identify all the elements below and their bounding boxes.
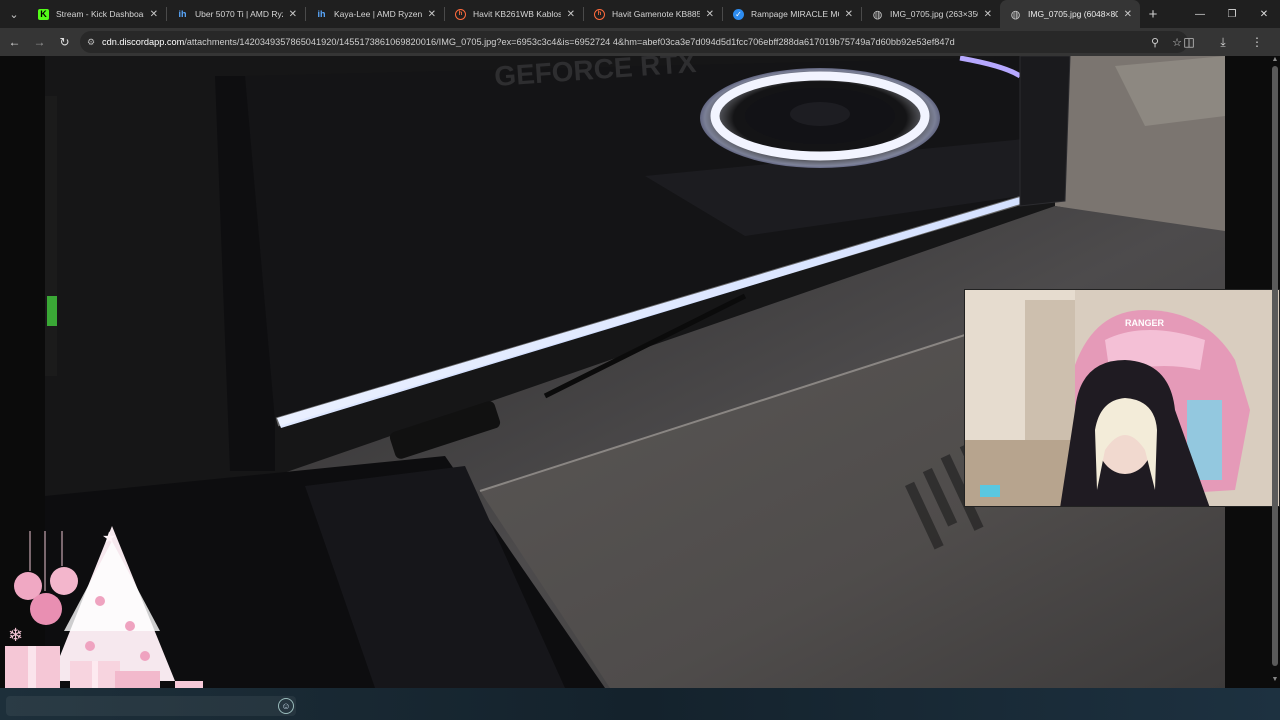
kick-icon: K [38, 8, 49, 20]
tab-strip: ⌄ K Stream - Kick Dashboard ✕ ih Uber 50… [0, 0, 1280, 28]
close-tab-icon[interactable]: ✕ [845, 9, 853, 20]
emoji-icon[interactable]: ☺ [278, 698, 294, 714]
forward-button[interactable]: → [27, 28, 52, 56]
tab-kaya-lee[interactable]: ih Kaya-Lee | AMD Ryzen 5 ✕ [306, 0, 444, 28]
close-tab-icon[interactable]: ✕ [150, 9, 158, 20]
close-tab-icon[interactable]: ✕ [984, 9, 992, 20]
extensions-icon[interactable]: ◫ [1172, 35, 1206, 49]
toolbar-right: ◫ ⤓ ⋮ [1172, 28, 1274, 56]
download-icon[interactable]: ⤓ [1206, 35, 1240, 50]
tab-title: IMG_0705.jpg (6048×806 [1028, 9, 1118, 19]
orange-shop-icon: h [594, 8, 605, 20]
tab-kick-dashboard[interactable]: K Stream - Kick Dashboard ✕ [28, 0, 166, 28]
new-tab-button[interactable]: + [1140, 6, 1166, 23]
tab-img-small[interactable]: ◍ IMG_0705.jpg (263×350) ✕ [862, 0, 1000, 28]
reload-button[interactable]: ↻ [52, 28, 77, 56]
globe-icon: ◍ [872, 8, 883, 21]
site-info-icon[interactable]: ⚙ [80, 37, 102, 48]
chat-input[interactable]: ☺ [6, 696, 296, 716]
window-controls: — ❐ ✕ [1184, 0, 1280, 28]
tab-title: IMG_0705.jpg (263×350) [890, 9, 978, 19]
tab-img-large[interactable]: ◍ IMG_0705.jpg (6048×806 ✕ [1000, 0, 1140, 28]
tab-title: Kaya-Lee | AMD Ryzen 5 [334, 9, 422, 19]
close-tab-icon[interactable]: ✕ [289, 9, 297, 20]
address-bar[interactable]: ⚙ cdn.discordapp.com/attachments/1420349… [80, 31, 1188, 53]
image-viewer: GEFORCE RTX RANGER ❄ ★ ▲ ▼ [0, 56, 1280, 688]
tab-rampage-miracle[interactable]: ✓ Rampage MIRACLE MC27 ✕ [723, 0, 861, 28]
webcam-overlay: RANGER [964, 289, 1280, 507]
close-tab-icon[interactable]: ✕ [567, 9, 575, 20]
orange-shop-icon: h [455, 8, 466, 20]
browser-toolbar: ← → ↻ ⚙ cdn.discordapp.com/attachments/1… [0, 28, 1280, 56]
tab-title: Stream - Kick Dashboard [56, 9, 144, 19]
tab-search-chevron-icon[interactable]: ⌄ [0, 0, 28, 28]
svg-text:★: ★ [102, 528, 116, 547]
tab-title: Havit Gamenote KB885L [612, 9, 700, 19]
ih-icon: ih [317, 9, 326, 19]
close-window-icon[interactable]: ✕ [1248, 0, 1280, 28]
tab-title: Uber 5070 Ti | AMD Ryzen [195, 9, 283, 19]
svg-text:❄: ❄ [8, 625, 23, 646]
url-path: /attachments/1420349357865041920/1455173… [184, 37, 955, 47]
vertical-scrollbar[interactable] [1272, 66, 1278, 666]
stream-overlay-bar: ☺ [0, 688, 1280, 720]
zoom-icon[interactable]: ⚲ [1144, 36, 1166, 49]
ih-icon: ih [178, 9, 187, 19]
back-button[interactable]: ← [2, 28, 27, 56]
chair-brand-text: RANGER [1125, 318, 1165, 328]
url-host: cdn.discordapp.com [102, 37, 185, 47]
scroll-down-arrow[interactable]: ▼ [1271, 676, 1279, 683]
restore-icon[interactable]: ❐ [1216, 0, 1248, 28]
christmas-decoration: ❄ ★ [5, 526, 203, 688]
blue-check-icon: ✓ [733, 8, 744, 20]
tab-uber-5070[interactable]: ih Uber 5070 Ti | AMD Ryzen ✕ [167, 0, 305, 28]
tab-havit-gamenote[interactable]: h Havit Gamenote KB885L ✕ [584, 0, 722, 28]
menu-kebab-icon[interactable]: ⋮ [1240, 35, 1274, 49]
tab-havit-kb261[interactable]: h Havit KB261WB Kablosuz ✕ [445, 0, 583, 28]
tab-title: Havit KB261WB Kablosuz [473, 9, 561, 19]
globe-icon: ◍ [1010, 8, 1021, 21]
close-tab-icon[interactable]: ✕ [706, 9, 714, 20]
close-tab-icon[interactable]: ✕ [428, 9, 436, 20]
close-tab-icon[interactable]: ✕ [1124, 9, 1132, 20]
webcam-feed: RANGER [965, 290, 1279, 506]
url-text[interactable]: cdn.discordapp.com/attachments/142034935… [102, 37, 1144, 47]
tab-title: Rampage MIRACLE MC27 [751, 9, 839, 19]
scroll-up-arrow[interactable]: ▲ [1271, 56, 1279, 63]
minimize-icon[interactable]: — [1184, 0, 1216, 28]
